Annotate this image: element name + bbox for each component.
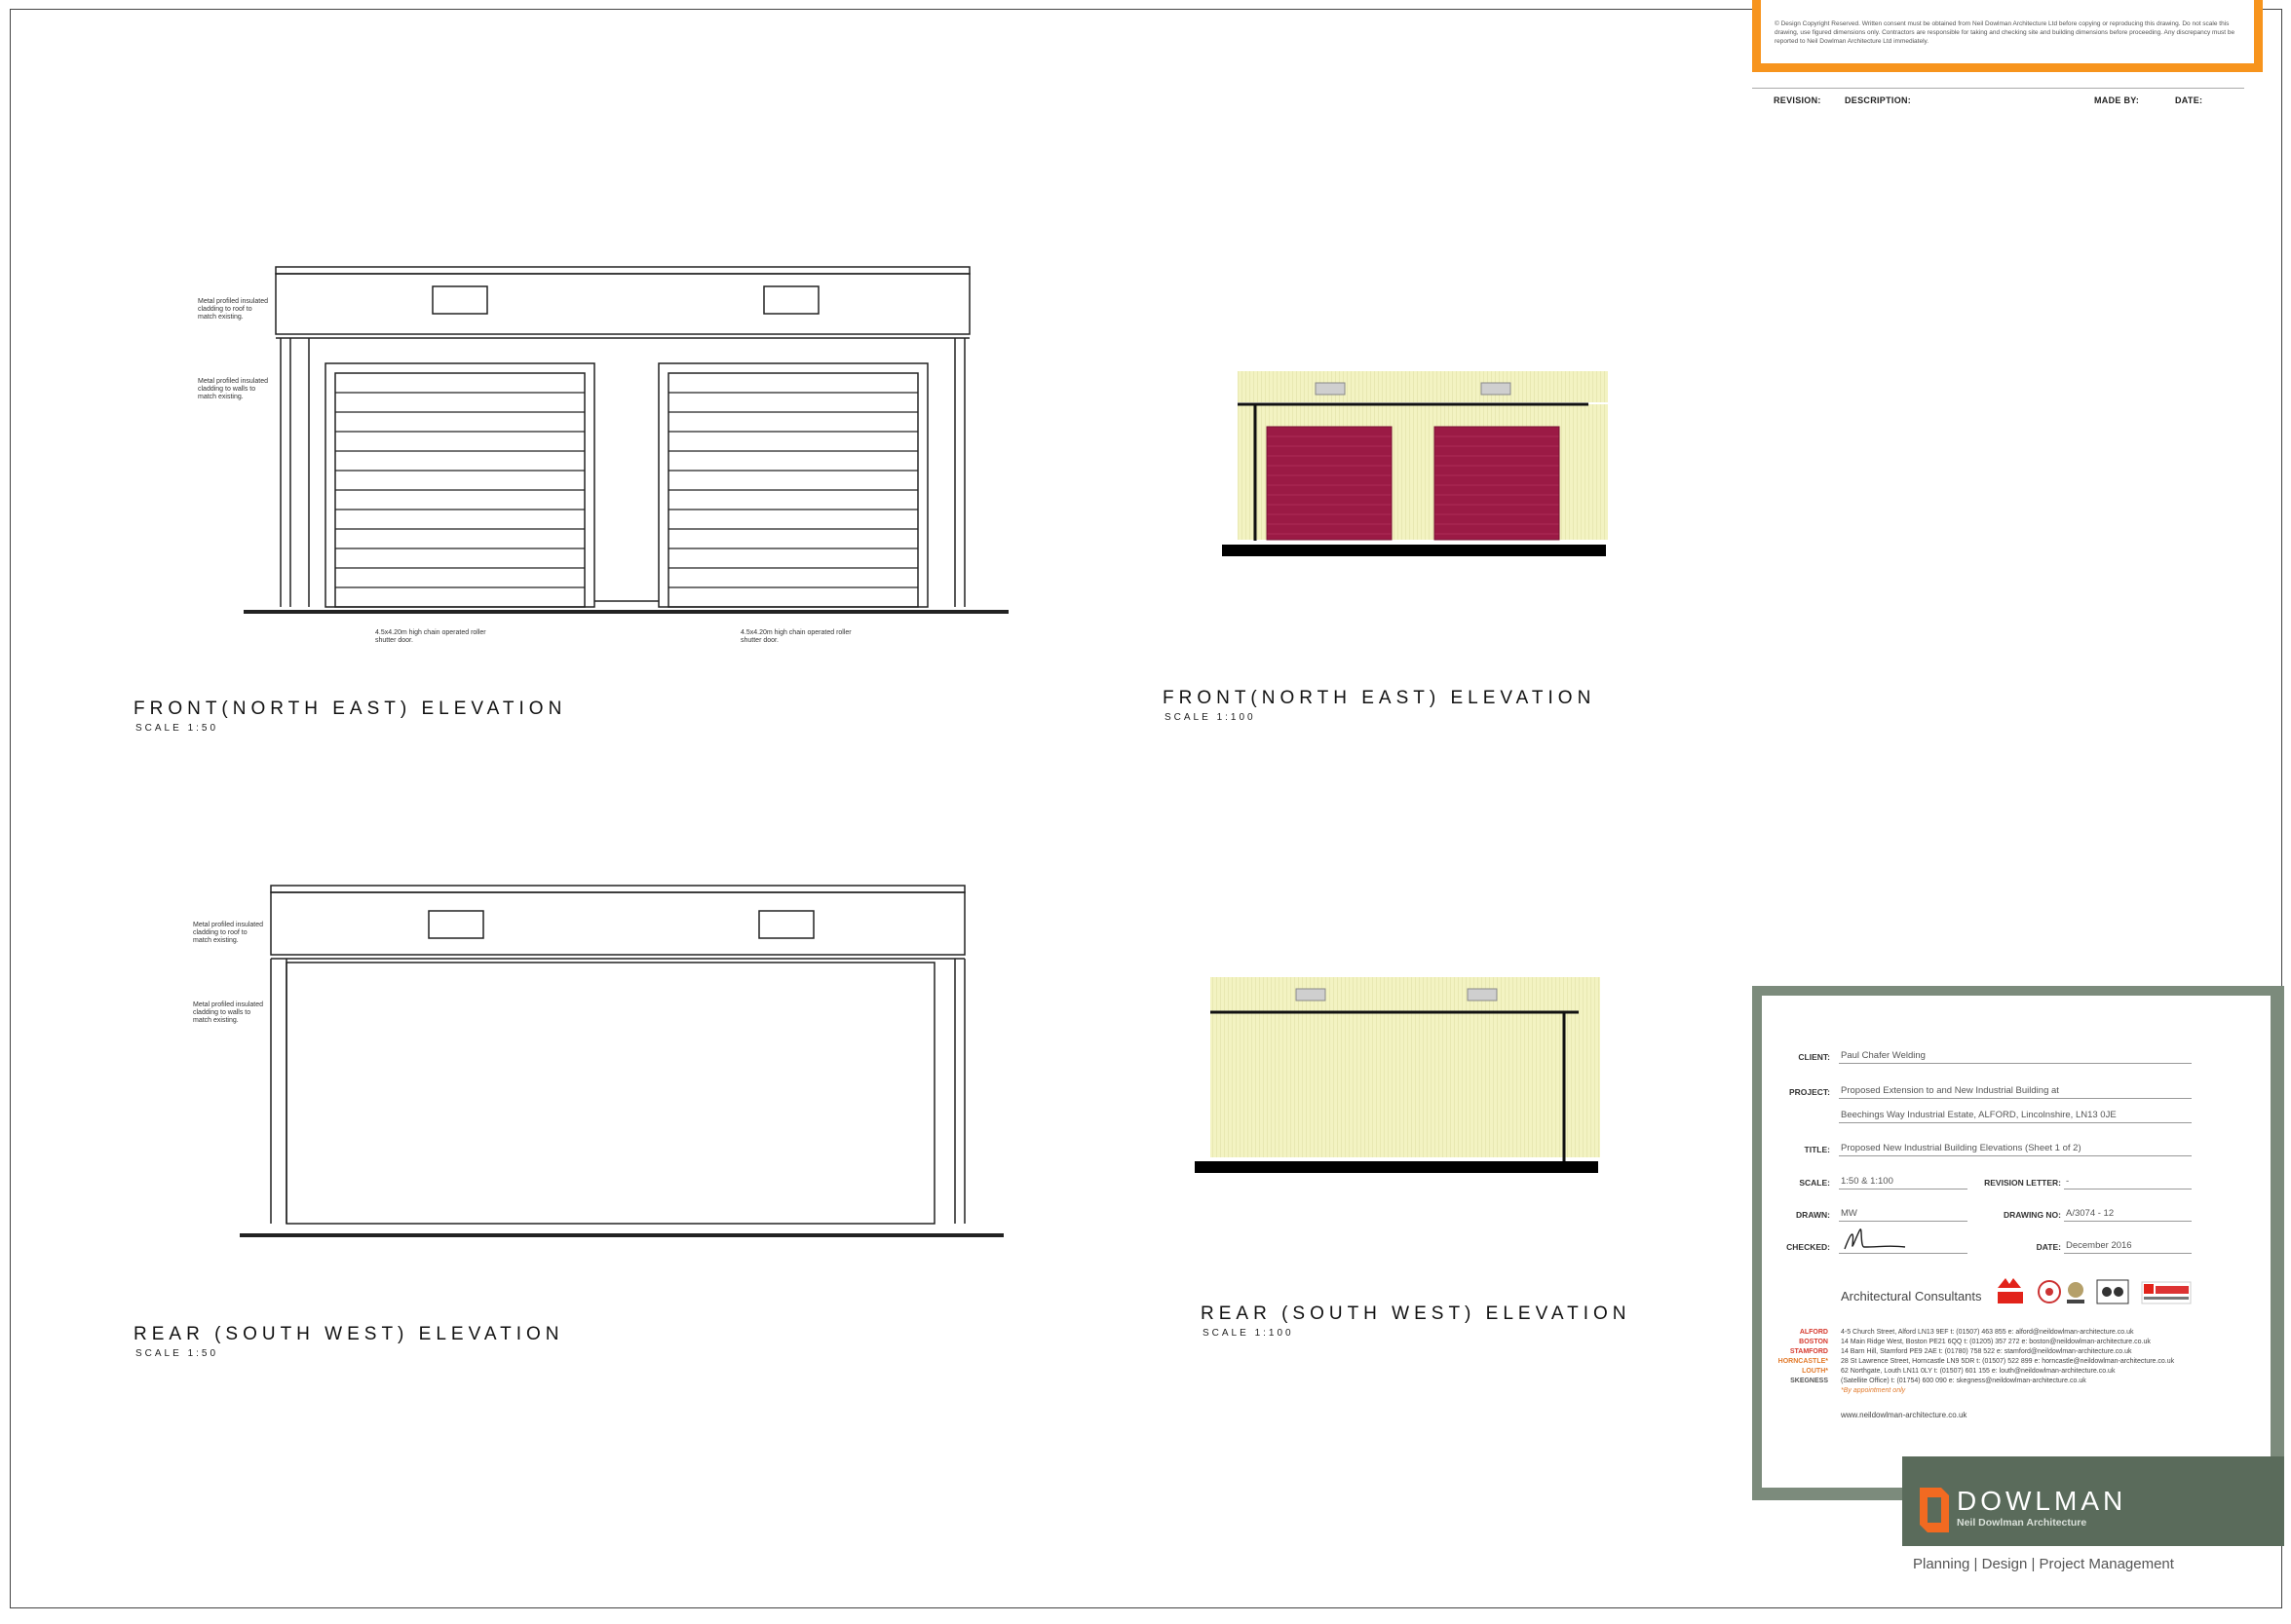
client-underline [1839,1063,2192,1064]
office-address-boston: 14 Main Ridge West, Boston PE21 6QQ t: (… [1841,1339,2151,1345]
society-logo-icon [2096,1279,2129,1304]
copyright-text: © Design Copyright Reserved. Written con… [1775,20,2235,45]
checked-label: CHECKED: [1786,1242,1830,1252]
office-name-louth: LOUTH* [1802,1368,1828,1375]
copyright-notice: © Design Copyright Reserved. Written con… [1752,0,2263,72]
revision-letter-label: REVISION LETTER: [1984,1178,2061,1188]
project-underline-2 [1839,1122,2192,1123]
office-address-skegness: (Satellite Office) t: (01754) 600 090 e:… [1841,1378,2086,1384]
rear-elevation-1-50-drawing [240,885,1004,1237]
rear-wall-cladding-note: Metal profiled insulated cladding to wal… [193,1001,263,1024]
project-label: PROJECT: [1788,1087,1830,1097]
description-header: DESCRIPTION: [1845,95,1912,105]
drawing-sheet: © Design Copyright Reserved. Written con… [0,0,2291,1624]
dowlman-logo-panel: DOWLMAN Neil Dowlman Architecture [1902,1456,2284,1546]
front-right-door-note: 4.5x4.20m high chain operated roller shu… [741,629,852,644]
revision-table-line [1752,88,2244,89]
client-label: CLIENT: [1798,1052,1830,1062]
rear-roof-cladding-note: Metal profiled insulated cladding to roo… [193,922,263,944]
front-elevation-1-100-drawing [1222,371,1608,556]
labc-logo-icon [1998,1278,2023,1303]
office-name-horncastle: HORNCASTLE* [1777,1358,1828,1365]
revision-letter-underline [2064,1189,2192,1190]
badge-icon [2038,1280,2061,1303]
client-value: Paul Chafer Welding [1841,1050,1926,1061]
scale-label: SCALE: [1799,1178,1830,1188]
drawn-underline [1839,1221,1967,1222]
revision-header: REVISION: [1774,95,1821,105]
office-name-boston: BOSTON [1799,1339,1828,1345]
tagline: Planning | Design | Project Management [1913,1556,2174,1572]
rear-elevation-1-50-scale: SCALE 1:50 [135,1348,219,1359]
revision-letter-value: - [2066,1176,2070,1187]
front-left-door-note: 4.5x4.20m high chain operated roller shu… [375,629,486,644]
date-header: DATE: [2175,95,2203,105]
office-address-alford: 4-5 Church Street, Alford LN13 9EF t: (0… [1841,1329,2134,1336]
office-name-alford: ALFORD [1799,1329,1828,1336]
checked-signature [1844,1228,1906,1250]
rear-elevation-1-100-title: REAR (SOUTH WEST) ELEVATION [1201,1303,1631,1324]
accreditation-logos [1998,1278,2192,1304]
drawing-no-value: A/3074 - 12 [2066,1208,2115,1219]
front-elevation-1-100-title: FRONT(NORTH EAST) ELEVATION [1163,688,1596,708]
appointment-note: *By appointment only [1841,1387,1906,1394]
office-name-skegness: SKEGNESS [1790,1378,1828,1384]
title-label: TITLE: [1804,1145,1830,1154]
project-line-2: Beechings Way Industrial Estate, ALFORD,… [1841,1110,2117,1120]
checked-underline [1839,1253,1967,1254]
rear-elevation-1-100-drawing [1195,977,1600,1173]
ciat-logo-icon [2067,1282,2084,1303]
brand-subtitle: Neil Dowlman Architecture [1957,1517,2087,1529]
front-wall-cladding-note: Metal profiled insulated cladding to wal… [198,378,268,400]
scale-value: 1:50 & 1:100 [1841,1176,1893,1187]
date-underline [2064,1253,2192,1254]
drawn-value: MW [1841,1208,1857,1219]
date-label: DATE: [2036,1242,2061,1252]
front-roof-cladding-note: Metal profiled insulated cladding to roo… [198,298,268,321]
rear-elevation-1-50-title: REAR (SOUTH WEST) ELEVATION [134,1324,564,1344]
drawing-no-label: DRAWING NO: [2003,1210,2061,1220]
office-name-stamford: STAMFORD [1789,1348,1828,1355]
office-address-stamford: 14 Barn Hill, Stamford PE9 2AE t: (01780… [1841,1348,2132,1355]
architectural-consultants-label: Architectural Consultants [1841,1289,1982,1303]
cabe-logo-icon [2141,1281,2192,1304]
title-value: Proposed New Industrial Building Elevati… [1841,1143,2081,1153]
website-link[interactable]: www.neildowlman-architecture.co.uk [1841,1411,1966,1419]
project-underline-1 [1839,1098,2192,1099]
office-address-horncastle: 28 St Lawrence Street, Horncastle LN9 5D… [1841,1358,2175,1365]
dowlman-mark-icon [1920,1488,1949,1532]
scale-underline [1839,1189,1967,1190]
drawing-no-underline [2064,1221,2192,1222]
drawn-label: DRAWN: [1796,1210,1830,1220]
made-by-header: MADE BY: [2094,95,2140,105]
front-elevation-1-100-scale: SCALE 1:100 [1165,712,1256,723]
brand-name: DOWLMAN [1957,1486,2127,1516]
rear-elevation-1-100-scale: SCALE 1:100 [1203,1328,1294,1339]
office-address-louth: 62 Northgate, Louth LN11 0LY t: (01507) … [1841,1368,2116,1375]
title-underline [1839,1155,2192,1156]
project-line-1: Proposed Extension to and New Industrial… [1841,1085,2059,1096]
date-value: December 2016 [2066,1240,2132,1251]
front-elevation-1-50-drawing [244,266,1009,614]
front-elevation-1-50-title: FRONT(NORTH EAST) ELEVATION [134,699,567,719]
front-elevation-1-50-scale: SCALE 1:50 [135,723,219,734]
